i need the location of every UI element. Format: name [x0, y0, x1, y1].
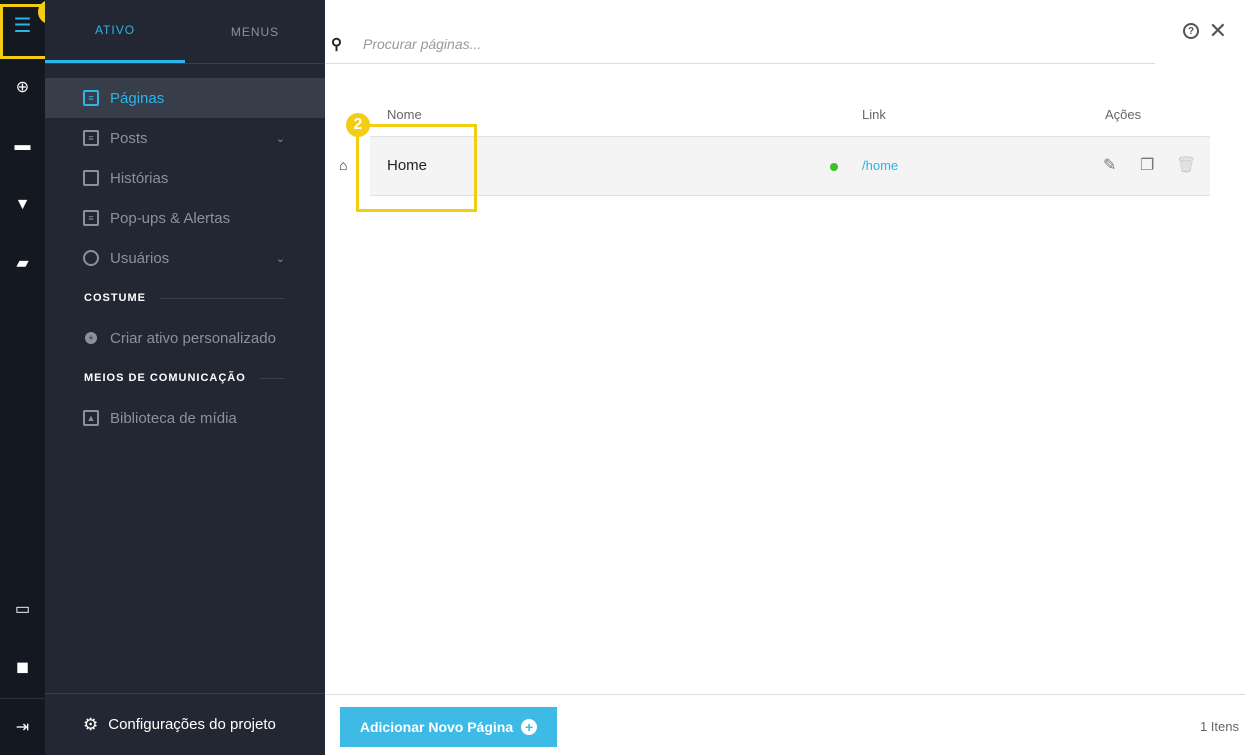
story-icon: [83, 170, 99, 186]
note-icon[interactable]: ◼: [0, 652, 45, 682]
add-circle-icon: +: [521, 719, 537, 735]
sidebar-item-historias[interactable]: Histórias: [45, 158, 325, 198]
icon-rail: ☰ ⊕ ▬ ▼ ▰ ▭ ◼ ⇥: [0, 0, 45, 755]
item-count: 1 Itens: [1200, 719, 1239, 734]
page-icon: ≡: [83, 90, 99, 106]
search-icon: ⚲: [331, 35, 342, 53]
gear-icon: ⚙: [83, 715, 98, 735]
search-input[interactable]: [363, 36, 1063, 52]
help-icon[interactable]: ?: [1183, 23, 1199, 39]
image-icon: ▲: [83, 410, 99, 426]
annotation-badge-2: 2: [346, 113, 370, 137]
sidebar-item-usuarios[interactable]: Usuários⌄: [45, 238, 325, 278]
monitor-icon[interactable]: ▭: [0, 594, 45, 624]
project-settings[interactable]: ⚙Configurações do projeto: [45, 693, 325, 755]
sidebar-item-posts[interactable]: ≡Posts⌄: [45, 118, 325, 158]
tab-ativo[interactable]: ATIVO: [45, 0, 185, 63]
trash-icon[interactable]: 🗑: [1176, 155, 1196, 175]
col-name: Nome: [387, 107, 422, 122]
col-link: Link: [862, 107, 886, 122]
media-library[interactable]: ▲Biblioteca de mídia: [45, 398, 325, 438]
sidebar-item-paginas[interactable]: ≡Páginas: [45, 78, 325, 118]
user-icon: [83, 250, 99, 266]
paint-roller-icon[interactable]: ▼: [0, 190, 45, 220]
home-icon: ⌂: [339, 157, 347, 173]
page-link[interactable]: /home: [862, 158, 898, 173]
post-icon: ≡: [83, 130, 99, 146]
col-actions: Ações: [1105, 107, 1141, 122]
table-row[interactable]: Home /home ✎ ❐ 🗑: [370, 136, 1210, 196]
create-custom-asset[interactable]: +Criar ativo personalizado: [45, 318, 325, 358]
popup-icon: ≡: [83, 210, 99, 226]
sidebar: ATIVO MENUS ≡Páginas ≡Posts⌄ Histórias ≡…: [45, 0, 325, 755]
chevron-down-icon[interactable]: ⌄: [276, 132, 285, 145]
sidebar-item-popups[interactable]: ≡Pop-ups & Alertas: [45, 198, 325, 238]
copy-icon[interactable]: ❐: [1140, 155, 1154, 175]
main-panel: ⚲ ? ✕ Nome Link Ações ⌂ Home /home ✎ ❐ 🗑…: [325, 0, 1245, 755]
section-costume: COSTUME: [45, 278, 325, 318]
comments-icon[interactable]: ▰: [0, 248, 45, 278]
layers-icon[interactable]: ▬: [0, 131, 45, 161]
close-icon[interactable]: ✕: [1209, 18, 1227, 44]
tab-menus[interactable]: MENUS: [185, 0, 325, 63]
highlight-box-2: [356, 124, 477, 212]
edit-icon[interactable]: ✎: [1103, 155, 1116, 175]
add-circle-icon[interactable]: ⊕: [0, 72, 45, 102]
section-media: MEIOS DE COMUNICAÇÃO: [45, 358, 325, 398]
add-page-button[interactable]: Adicionar Novo Página+: [340, 707, 557, 747]
exit-icon[interactable]: ⇥: [0, 712, 45, 742]
status-dot: [830, 163, 838, 171]
chevron-down-icon[interactable]: ⌄: [276, 252, 285, 265]
add-circle-icon: +: [83, 330, 99, 346]
